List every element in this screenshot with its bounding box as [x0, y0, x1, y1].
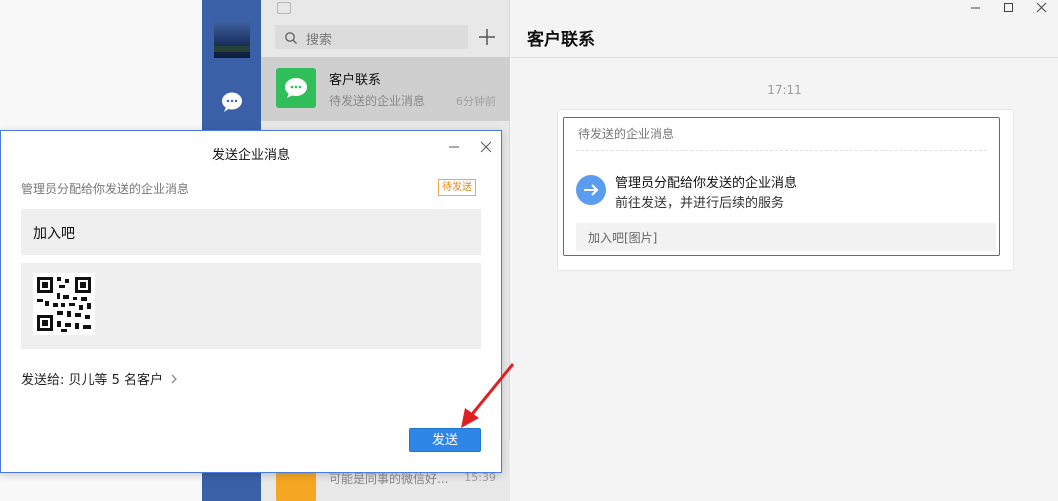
message-image-box [21, 263, 481, 349]
minimize-icon[interactable] [445, 138, 463, 156]
wechat-icon [276, 68, 316, 108]
conversation-time: 6分钟前 [456, 95, 496, 108]
dialog-subtitle: 管理员分配给你发送的企业消息 [21, 182, 190, 196]
search-icon [284, 30, 298, 44]
annotation-arrow [461, 363, 515, 428]
send-button[interactable]: 发送 [409, 428, 481, 452]
dialog-title: 发送企业消息 [211, 148, 290, 163]
divider [576, 150, 987, 151]
window-controls [959, 0, 1058, 16]
arrow-right-icon [576, 175, 606, 205]
card-description: 前往发送，并进行后续的服务 [615, 196, 785, 211]
recipients-text: 发送给: 贝儿等 5 名客户 [21, 373, 164, 388]
enterprise-message-card[interactable]: 待发送的企业消息 管理员分配给你发送的企业消息 前往发送，并进行后续的服务 加入… [557, 109, 1014, 271]
chevron-right-icon [169, 373, 179, 385]
chat-pane: 客户联系 17:11 待发送的企业消息 管理员分配给你发送的企业消息 前往发送，… [511, 0, 1058, 501]
maximize-icon[interactable] [992, 0, 1025, 16]
message-timestamp: 17:11 [767, 83, 802, 97]
search-input[interactable]: 搜索 [275, 25, 468, 49]
close-icon[interactable] [1025, 0, 1058, 16]
chat-bubble-icon[interactable] [219, 89, 245, 115]
message-text-box: 加入吧 [21, 209, 481, 255]
card-footer-text: 加入吧[图片] [588, 231, 658, 245]
search-placeholder: 搜索 [306, 33, 333, 48]
card-footer: 加入吧[图片] [576, 223, 996, 251]
send-message-dialog: 发送企业消息 管理员分配给你发送的企业消息 待发送 加入吧 发送给: 贝儿等 5… [0, 130, 502, 473]
chat-header: 客户联系 [511, 0, 1058, 58]
conversation-preview: 待发送的企业消息 [329, 94, 426, 108]
minimize-icon[interactable] [959, 0, 992, 16]
user-avatar[interactable] [214, 22, 250, 58]
message-text: 加入吧 [33, 226, 75, 242]
close-icon[interactable] [477, 138, 495, 156]
card-label: 待发送的企业消息 [578, 127, 675, 141]
status-badge: 待发送 [438, 179, 476, 196]
recipients-selector[interactable]: 发送给: 贝儿等 5 名客户 [21, 369, 179, 388]
conversation-item-customer-contact[interactable]: 客户联系 待发送的企业消息 6分钟前 [261, 57, 510, 121]
qr-code-image[interactable] [33, 273, 95, 335]
highlight-box: 待发送的企业消息 管理员分配给你发送的企业消息 前往发送，并进行后续的服务 加入… [563, 117, 1000, 256]
plus-icon[interactable] [475, 25, 499, 49]
conversation-title: 客户联系 [329, 73, 382, 88]
card-heading: 管理员分配给你发送的企业消息 [615, 176, 798, 191]
download-icon[interactable] [277, 2, 291, 14]
chat-title: 客户联系 [527, 30, 595, 50]
